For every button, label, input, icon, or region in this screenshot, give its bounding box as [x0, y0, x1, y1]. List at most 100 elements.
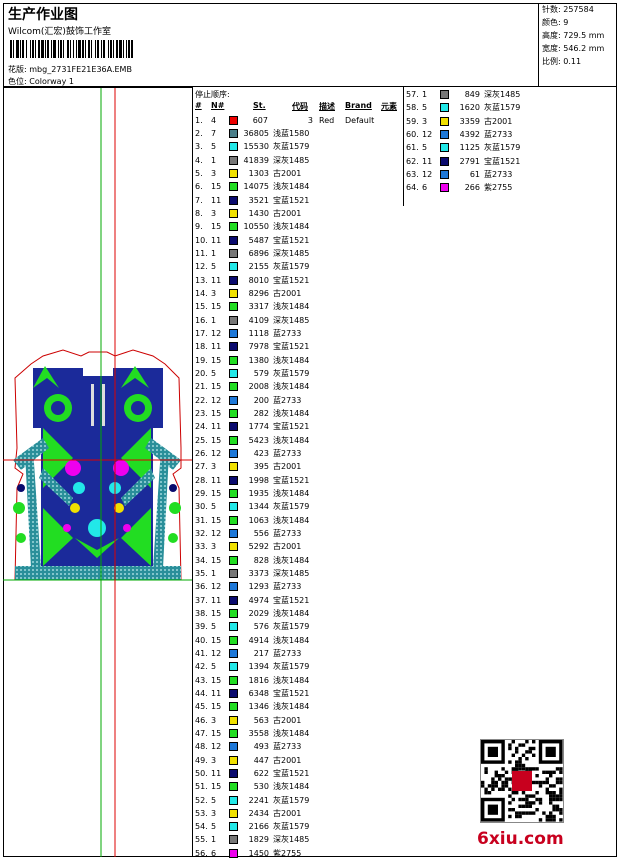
thread-description: 浅灰1484 — [273, 182, 310, 192]
thread-description: 灰蓝1579 — [273, 262, 310, 272]
col-desc: 描述 — [319, 102, 335, 111]
color-swatch — [229, 488, 238, 498]
color-swatch — [229, 715, 238, 725]
table-row: 42. 5 1394 灰蓝1579 — [195, 660, 400, 673]
color-swatch — [440, 143, 449, 153]
thread-description: 灰蓝1579 — [273, 142, 310, 152]
row-number: 18. — [195, 342, 208, 352]
stitch-count: 395 — [253, 462, 269, 472]
needle-number: 11 — [211, 195, 222, 205]
table-row: 45. 15 1346 浅灰1484 — [195, 700, 400, 713]
thread-description: 浅灰1484 — [273, 728, 310, 738]
table-row: 9. 15 10550 浅灰1484 — [195, 220, 400, 233]
stat-scale: 比例: 0.11 — [542, 57, 582, 66]
needle-number: 3 — [211, 715, 217, 725]
table-row: 18. 11 7978 宝蓝1521 — [195, 340, 400, 353]
needle-number: 3 — [422, 116, 428, 126]
row-number: 12. — [195, 262, 208, 272]
table-row: 61. 5 1125 灰蓝1579 — [406, 141, 611, 154]
stitch-count: 579 — [253, 368, 269, 378]
thread-description: 蓝2733 — [273, 582, 302, 592]
row-number: 28. — [195, 475, 208, 485]
qr-code — [480, 739, 564, 823]
stitch-count: 1344 — [248, 502, 269, 512]
stitch-count: 1998 — [248, 475, 269, 485]
needle-number: 1 — [422, 90, 428, 99]
stitch-count: 1620 — [459, 103, 480, 113]
thread-description: 灰蓝1579 — [273, 795, 310, 805]
thread-description: 深灰1485 — [273, 835, 310, 845]
color-swatch — [440, 183, 449, 193]
color-swatch — [229, 368, 238, 378]
row-number: 50. — [195, 768, 208, 778]
color-swatch — [229, 315, 238, 325]
color-swatch — [229, 555, 238, 565]
row-number: 6. — [195, 182, 203, 192]
row-number: 60. — [406, 129, 419, 139]
row-number: 57. — [406, 90, 419, 99]
stitch-count: 2155 — [248, 262, 269, 272]
needle-number: 12 — [211, 395, 222, 405]
thread-description: 蓝2733 — [273, 528, 302, 538]
thread-description: 蓝2733 — [273, 328, 302, 338]
col-brand: Brand — [345, 101, 372, 110]
thread-description: 灰蓝1579 — [484, 103, 521, 113]
color-swatch — [229, 395, 238, 405]
table-row: 10. 11 5487 宝蓝1521 — [195, 234, 400, 247]
table-row: 17. 12 1118 蓝2733 — [195, 327, 400, 340]
color-swatch — [229, 675, 238, 685]
needle-number: 15 — [211, 182, 222, 192]
stitch-count: 4109 — [248, 315, 269, 325]
row-number: 4. — [195, 155, 203, 165]
table-row: 51. 15 530 浅灰1484 — [195, 780, 400, 793]
thread-description: 深灰1485 — [273, 315, 310, 325]
row-number: 27. — [195, 462, 208, 472]
needle-number: 3 — [211, 168, 217, 178]
thread-description: 紫2755 — [484, 183, 513, 193]
row-number: 54. — [195, 822, 208, 832]
thread-description: 古2001 — [484, 116, 513, 126]
color-swatch — [229, 116, 238, 125]
needle-number: 11 — [211, 475, 222, 485]
row-number: 55. — [195, 835, 208, 845]
stitch-count: 14075 — [243, 182, 269, 192]
row-number: 44. — [195, 688, 208, 698]
needle-number: 15 — [211, 782, 222, 792]
needle-number: 5 — [211, 142, 217, 152]
needle-number: 3 — [211, 808, 217, 818]
thread-description: 灰蓝1579 — [273, 622, 310, 632]
table-row: 48. 12 493 蓝2733 — [195, 740, 400, 753]
needle-number: 5 — [422, 103, 428, 113]
stitch-count: 3558 — [248, 728, 269, 738]
divider — [192, 87, 193, 857]
studio-name: Wilcom(汇宏)鼓饰工作室 — [8, 27, 111, 37]
thread-description: 浅灰1484 — [273, 675, 310, 685]
table-row: 56. 6 1450 紫2755 — [195, 847, 400, 860]
stitch-count: 61 — [469, 169, 480, 179]
needle-number: 6 — [422, 183, 428, 193]
stitch-count: 200 — [253, 395, 269, 405]
color-swatch — [440, 116, 449, 126]
stitch-count: 1125 — [459, 143, 480, 153]
table-row: 46. 3 563 古2001 — [195, 714, 400, 727]
row-number: 26. — [195, 448, 208, 458]
row-number: 40. — [195, 635, 208, 645]
table-row: 33. 3 5292 古2001 — [195, 540, 400, 553]
row-number: 11. — [195, 248, 208, 258]
color-swatch — [229, 582, 238, 592]
stitch-count: 556 — [253, 528, 269, 538]
row-number: 43. — [195, 675, 208, 685]
row-number: 58. — [406, 103, 419, 113]
row-number: 38. — [195, 608, 208, 618]
needle-number: 6 — [211, 848, 217, 858]
needle-number: 5 — [211, 262, 217, 272]
table-row: 4. 1 41839 深灰1485 — [195, 154, 400, 167]
color-swatch — [229, 782, 238, 792]
needle-number: 15 — [211, 435, 222, 445]
stitch-count: 10550 — [243, 222, 269, 232]
table-row: 14. 3 8296 古2001 — [195, 287, 400, 300]
color-swatch — [229, 515, 238, 525]
thread-description: 浅灰1484 — [273, 635, 310, 645]
stitch-count: 3317 — [248, 302, 269, 312]
col-num: # — [195, 101, 202, 110]
